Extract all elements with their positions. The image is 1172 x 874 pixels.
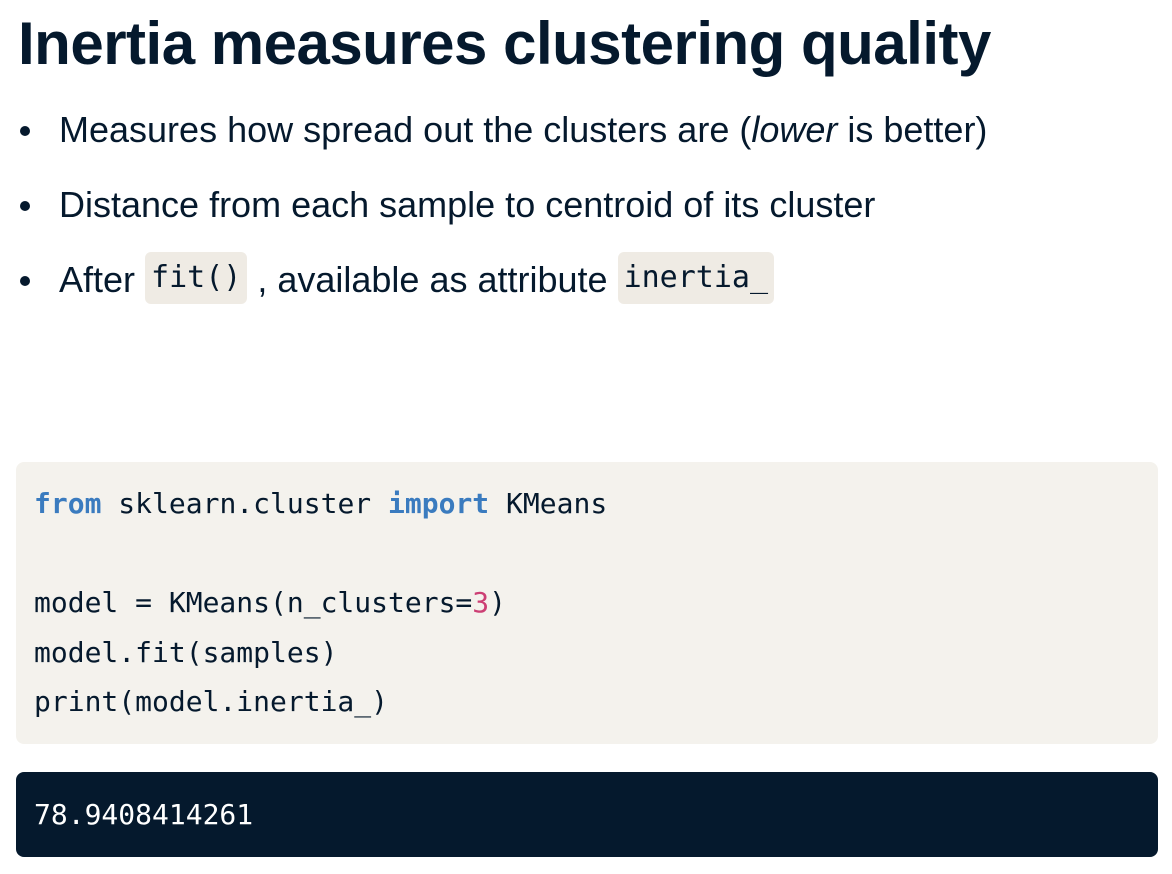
- bullet-item: After fit(), available as attribute inerti…: [18, 252, 987, 329]
- bullet-dot-icon: [20, 276, 30, 286]
- inline-code-inertia: inertia_: [617, 252, 775, 304]
- output-block: 78.9408414261: [16, 772, 1158, 857]
- code-line: print(model.inertia_): [34, 685, 389, 719]
- code-keyword: import: [388, 487, 490, 520]
- code-line: model = KMeans(n_clusters=3): [34, 578, 1140, 628]
- bullet-text: After: [59, 259, 136, 300]
- code-text: KMeans: [489, 487, 608, 520]
- bullet-list: Measures how spread out the clusters are…: [18, 104, 987, 329]
- bullet-dot-icon: [20, 126, 30, 136]
- slide-title: Inertia measures clustering quality: [18, 10, 991, 77]
- code-keyword: from: [34, 487, 102, 520]
- bullet-text: Distance from each sample to centroid of…: [59, 184, 876, 225]
- bullet-emphasis: lower: [751, 109, 838, 150]
- code-block: from sklearn.cluster import KMeans model …: [16, 462, 1158, 744]
- bullet-text: is better): [837, 109, 988, 150]
- code-text: model = KMeans(n_clusters=: [34, 586, 473, 620]
- code-line: model.fit(samples): [34, 635, 338, 669]
- code-text: sklearn.cluster: [101, 487, 389, 520]
- code-number: 3: [472, 586, 490, 620]
- code-line: from sklearn.cluster import KMeans: [34, 479, 1140, 529]
- bullet-text: , available as attribute: [257, 259, 608, 300]
- code-text: ): [489, 586, 507, 620]
- bullet-text: Measures how spread out the clusters are…: [59, 109, 752, 150]
- inline-code-fit: fit(): [145, 252, 248, 304]
- bullet-item: Measures how spread out the clusters are…: [18, 104, 987, 179]
- bullet-item: Distance from each sample to centroid of…: [18, 179, 987, 254]
- bullet-dot-icon: [20, 201, 30, 211]
